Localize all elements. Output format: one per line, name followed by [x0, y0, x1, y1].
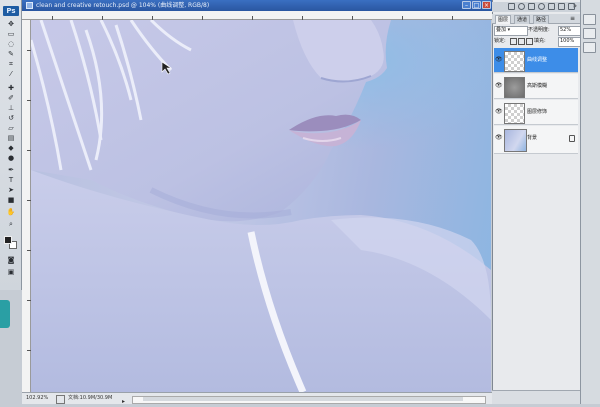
- maximize-button[interactable]: □: [472, 1, 481, 9]
- pen-icon[interactable]: ✒: [3, 166, 19, 174]
- quick-select-icon[interactable]: ✎: [3, 50, 19, 58]
- scrollbar-thumb[interactable]: [143, 397, 463, 401]
- layer-mask-icon[interactable]: [528, 3, 535, 10]
- document-size: 文档:10.9M/30.9M: [68, 395, 113, 401]
- layer-thumbnail: [504, 51, 525, 72]
- panel-menu-icon[interactable]: ≡: [570, 15, 575, 22]
- move-icon[interactable]: ✥: [3, 20, 19, 28]
- zoom-icon[interactable]: ⌕: [3, 220, 19, 228]
- lasso-icon[interactable]: ◌: [3, 40, 19, 48]
- lock-position-icon[interactable]: [526, 38, 533, 45]
- layer-row[interactable]: 👁 图层修饰: [494, 100, 578, 125]
- layer-name: 曲线调整: [527, 57, 548, 63]
- layer-row[interactable]: 👁 背景: [494, 126, 578, 154]
- path-select-icon[interactable]: ➤: [3, 186, 19, 194]
- blur-icon[interactable]: ◆: [3, 144, 19, 152]
- foreground-color-swatch[interactable]: [4, 236, 12, 244]
- panel-header: »: [492, 2, 580, 12]
- visibility-eye-icon[interactable]: 👁: [495, 134, 503, 142]
- marquee-icon[interactable]: ▭: [3, 30, 19, 38]
- zoom-level[interactable]: 102.92%: [26, 393, 48, 404]
- navigator-panel-icon[interactable]: [583, 42, 596, 53]
- lock-transparent-icon[interactable]: [510, 38, 517, 45]
- tab-channels[interactable]: 通道: [514, 15, 531, 24]
- visibility-eye-icon[interactable]: 👁: [495, 108, 503, 116]
- minimize-button[interactable]: –: [462, 1, 471, 9]
- document-title: clean and creative retouch.psd @ 104% (曲…: [36, 2, 210, 9]
- blend-mode-select[interactable]: 叠加 ▾: [494, 26, 528, 36]
- healing-brush-icon[interactable]: ✚: [3, 84, 19, 92]
- adjustment-layer-icon[interactable]: [538, 3, 545, 10]
- crop-icon[interactable]: ⌗: [3, 60, 19, 68]
- tab-paths[interactable]: 路径: [533, 15, 550, 24]
- panel-dock-strip: [580, 0, 600, 404]
- shape-icon[interactable]: ■: [3, 196, 19, 204]
- visibility-eye-icon[interactable]: 👁: [495, 82, 503, 90]
- layers-list-empty-area: [494, 156, 578, 388]
- layer-thumbnail: [504, 129, 527, 152]
- horizontal-ruler: [22, 11, 492, 20]
- opacity-label: 不透明度:: [528, 27, 550, 33]
- history-brush-icon[interactable]: ↺: [3, 114, 19, 122]
- document-icon: [26, 2, 33, 9]
- delete-layer-icon[interactable]: [568, 3, 575, 10]
- photo-canvas[interactable]: [31, 20, 491, 392]
- layer-name: 图层修饰: [527, 109, 548, 115]
- blend-options-row: 叠加 ▾ 不透明度: 52%: [494, 26, 582, 36]
- eyedropper-icon[interactable]: ⁄: [3, 70, 19, 78]
- layer-row[interactable]: 👁 高斯模糊: [494, 74, 578, 99]
- layer-thumbnail: [504, 77, 525, 98]
- actions-panel-icon[interactable]: [583, 28, 596, 39]
- lock-pixels-icon[interactable]: [518, 38, 525, 45]
- portrait-photo: [31, 20, 491, 392]
- vertical-ruler: [22, 20, 31, 392]
- gradient-icon[interactable]: ▤: [3, 134, 19, 142]
- document-title-bar: clean and creative retouch.psd @ 104% (曲…: [22, 0, 492, 11]
- hand-icon[interactable]: ✋: [3, 208, 19, 216]
- link-layers-icon[interactable]: [508, 3, 515, 10]
- layer-lock-icon: [569, 135, 575, 142]
- eraser-icon[interactable]: ▱: [3, 124, 19, 132]
- layer-thumbnail: [504, 103, 525, 124]
- layer-row[interactable]: 👁 曲线调整: [494, 48, 578, 73]
- history-panel-icon[interactable]: [583, 14, 596, 25]
- fill-field[interactable]: 100%: [558, 37, 582, 47]
- horizontal-scrollbar[interactable]: [132, 396, 486, 404]
- collapsed-panel-tab[interactable]: [0, 300, 10, 328]
- opacity-field[interactable]: 52%: [558, 26, 582, 36]
- lock-options-row: 锁定: 填充: 100%: [494, 37, 582, 47]
- photoshop-logo: Ps: [3, 6, 19, 16]
- new-group-icon[interactable]: [548, 3, 555, 10]
- status-menu-arrow-icon[interactable]: ▸: [122, 396, 125, 407]
- close-button[interactable]: ×: [482, 1, 491, 9]
- quick-mask-icon[interactable]: ◙: [3, 256, 19, 264]
- fill-label: 填充:: [534, 38, 546, 44]
- layer-name: 背景: [527, 135, 538, 141]
- brush-icon[interactable]: ✐: [3, 94, 19, 102]
- layer-style-icon[interactable]: [518, 3, 525, 10]
- visibility-eye-icon[interactable]: 👁: [495, 56, 503, 64]
- dodge-icon[interactable]: ●: [3, 154, 19, 162]
- status-bar: 102.92% 文档:10.9M/30.9M ▸: [22, 392, 492, 407]
- clone-stamp-icon[interactable]: ⊥: [3, 104, 19, 112]
- layers-panel-footer: [492, 390, 580, 404]
- lock-label: 锁定:: [494, 38, 506, 44]
- layer-name: 高斯模糊: [527, 83, 548, 89]
- tab-layers[interactable]: 图层: [495, 15, 512, 24]
- screen-mode-icon[interactable]: ▣: [3, 268, 19, 276]
- status-icon: [56, 395, 65, 404]
- type-icon[interactable]: T: [3, 176, 19, 184]
- new-layer-icon[interactable]: [558, 3, 565, 10]
